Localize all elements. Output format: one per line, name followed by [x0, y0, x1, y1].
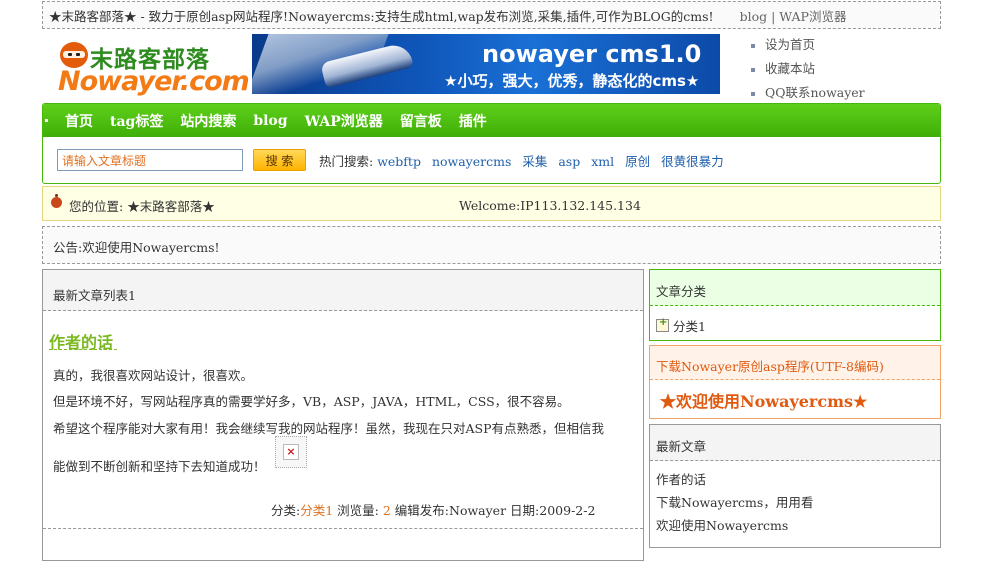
hot-keyword-link[interactable]: nowayercms — [432, 154, 511, 169]
article-separator — [43, 528, 643, 529]
nav-item-blog[interactable]: blog — [253, 113, 287, 129]
article-paragraph: 真的，我很喜欢网站设计，很喜欢。 — [53, 368, 254, 383]
article-list-panel: 最新文章列表1 作者的话 真的，我很喜欢网站设计，很喜欢。 但是环境不好，写网站… — [42, 269, 644, 561]
broken-image-icon: × — [275, 436, 307, 468]
meta-author: 编辑发布:Nowayer — [394, 503, 507, 518]
bullet-icon — [751, 43, 755, 48]
recent-article-link[interactable]: 下载Nowayercms，用用看 — [656, 492, 813, 511]
article-list-header: 最新文章列表1 — [43, 270, 643, 311]
top-link-divider: | — [771, 8, 776, 24]
recent-article-link[interactable]: 作者的话 — [656, 469, 706, 488]
article-list-title: 最新文章列表1 — [53, 288, 136, 303]
article-paragraph: 能做到不断创新和坚持下去知道成功！ — [53, 459, 266, 474]
quick-link-homepage[interactable]: 设为首页 — [751, 35, 941, 59]
download-promo-text[interactable]: ★欢迎使用Nowayercms★ — [660, 388, 867, 412]
bullet-icon — [751, 67, 755, 72]
top-link-blog[interactable]: blog — [740, 9, 768, 24]
top-links: blog | WAP浏览器 — [740, 6, 847, 25]
download-panel-header: 下载Nowayer原创asp程序(UTF-8编码) — [650, 346, 940, 380]
category-panel-header: 文章分类 — [650, 270, 940, 306]
top-link-wap[interactable]: WAP浏览器 — [779, 9, 846, 24]
hot-keyword-link[interactable]: xml — [591, 154, 614, 169]
quick-link-bookmark[interactable]: 收藏本站 — [751, 59, 941, 83]
top-intro-bar: ★末路客部落★ - 致力于原创asp网站程序!Nowayercms:支持生成ht… — [42, 1, 941, 29]
nav-item-tags[interactable]: tag标签 — [110, 111, 163, 131]
nav-item-plugins[interactable]: 插件 — [459, 111, 487, 131]
header-banner[interactable]: nowayer cms1.0 ★小巧，强大，优秀，静态化的cms★ — [252, 34, 720, 94]
meta-views-label: 浏览量: — [337, 503, 379, 518]
site-logo[interactable]: 末路客部落 Nowayer.com — [56, 38, 250, 98]
hot-keyword-link[interactable]: 原创 — [625, 154, 650, 169]
search-button[interactable]: 搜 索 — [253, 149, 306, 171]
banner-subtitle: ★小巧，强大，优秀，静态化的cms★ — [444, 72, 700, 90]
ninja-logo-icon — [60, 42, 88, 68]
recent-articles-header: 最新文章 — [650, 425, 940, 461]
category-panel: 文章分类 分类1 — [649, 269, 941, 341]
breadcrumb-label: 您的位置: — [69, 199, 124, 214]
nav-item-guestbook[interactable]: 留言板 — [400, 111, 442, 131]
notice-text: 公告:欢迎使用Nowayercms! — [53, 240, 220, 255]
category-item-label: 分类1 — [673, 319, 706, 334]
banner-title: nowayer cms1.0 — [482, 40, 702, 68]
meta-category-label: 分类: — [271, 503, 301, 518]
meta-category-link[interactable]: 分类1 — [300, 503, 333, 518]
download-panel: 下载Nowayer原创asp程序(UTF-8编码) ★欢迎使用Nowayercm… — [649, 345, 941, 419]
meta-date: 日期:2009-2-2 — [510, 503, 596, 518]
main-nav: 首页 tag标签 站内搜索 blog WAP浏览器 留言板 插件 — [43, 104, 940, 137]
nav-item-home[interactable]: 首页 — [65, 111, 93, 131]
download-panel-title[interactable]: 下载Nowayer原创asp程序(UTF-8编码) — [656, 356, 884, 375]
recent-articles-title: 最新文章 — [656, 439, 707, 454]
article-paragraph: 希望这个程序能对大家有用！我会继续写我的网站程序！虽然，我现在只对ASP有点熟悉… — [53, 421, 605, 436]
hot-search-label: 热门搜索: — [319, 153, 374, 169]
meta-views-count: 2 — [382, 503, 391, 518]
nav-search-block: 首页 tag标签 站内搜索 blog WAP浏览器 留言板 插件 搜 索 热门搜… — [42, 103, 941, 184]
site-intro-text: ★末路客部落★ - 致力于原创asp网站程序!Nowayercms:支持生成ht… — [49, 8, 714, 24]
hot-keyword-link[interactable]: 采集 — [522, 154, 547, 169]
article-paragraph: 但是环境不好，写网站程序真的需要学好多，VB，ASP，JAVA，HTML，CSS… — [53, 394, 570, 409]
category-item[interactable]: 分类1 — [656, 316, 706, 335]
search-input[interactable] — [57, 149, 243, 171]
article-meta: 分类:分类1 浏览量: 2 编辑发布:Nowayer 日期:2009-2-2 — [271, 500, 595, 519]
article-title-underline — [49, 349, 117, 350]
search-row: 搜 索 热门搜索: webftp nowayercms 采集 asp xml 原… — [43, 138, 940, 182]
bullet-icon — [751, 91, 755, 96]
hot-keyword-link[interactable]: 很黄很暴力 — [661, 154, 724, 169]
location-bar: 您的位置: ★末路客部落★ Welcome:IP113.132.145.134 — [42, 186, 941, 221]
folder-add-icon — [656, 317, 669, 332]
welcome-ip-text: Welcome:IP113.132.145.134 — [459, 198, 641, 213]
logo-english-text: Nowayer.com — [58, 66, 250, 97]
nav-item-site-search[interactable]: 站内搜索 — [180, 111, 236, 131]
breadcrumb-home-link[interactable]: ★末路客部落★ — [127, 199, 215, 214]
quick-links: 设为首页 收藏本站 QQ联系nowayer — [751, 35, 941, 107]
hot-keyword-link[interactable]: webftp — [377, 154, 421, 169]
nav-item-wap[interactable]: WAP浏览器 — [305, 111, 383, 131]
ladybug-icon — [51, 194, 62, 208]
hot-keyword-link[interactable]: asp — [558, 154, 580, 169]
recent-articles-panel: 最新文章 作者的话 下载Nowayercms，用用看 欢迎使用Nowayercm… — [649, 424, 941, 548]
notice-bar: 公告:欢迎使用Nowayercms! — [42, 226, 941, 264]
hot-search: 热门搜索: webftp nowayercms 采集 asp xml 原创 很黄… — [319, 151, 731, 170]
recent-article-link[interactable]: 欢迎使用Nowayercms — [656, 515, 788, 534]
quick-link-label: 设为首页 — [765, 37, 816, 52]
quick-link-label: QQ联系nowayer — [765, 85, 865, 100]
breadcrumb: 您的位置: ★末路客部落★ — [69, 196, 215, 215]
category-panel-title: 文章分类 — [656, 284, 707, 299]
quick-link-label: 收藏本站 — [765, 61, 816, 76]
nav-bullet-icon — [45, 119, 48, 122]
